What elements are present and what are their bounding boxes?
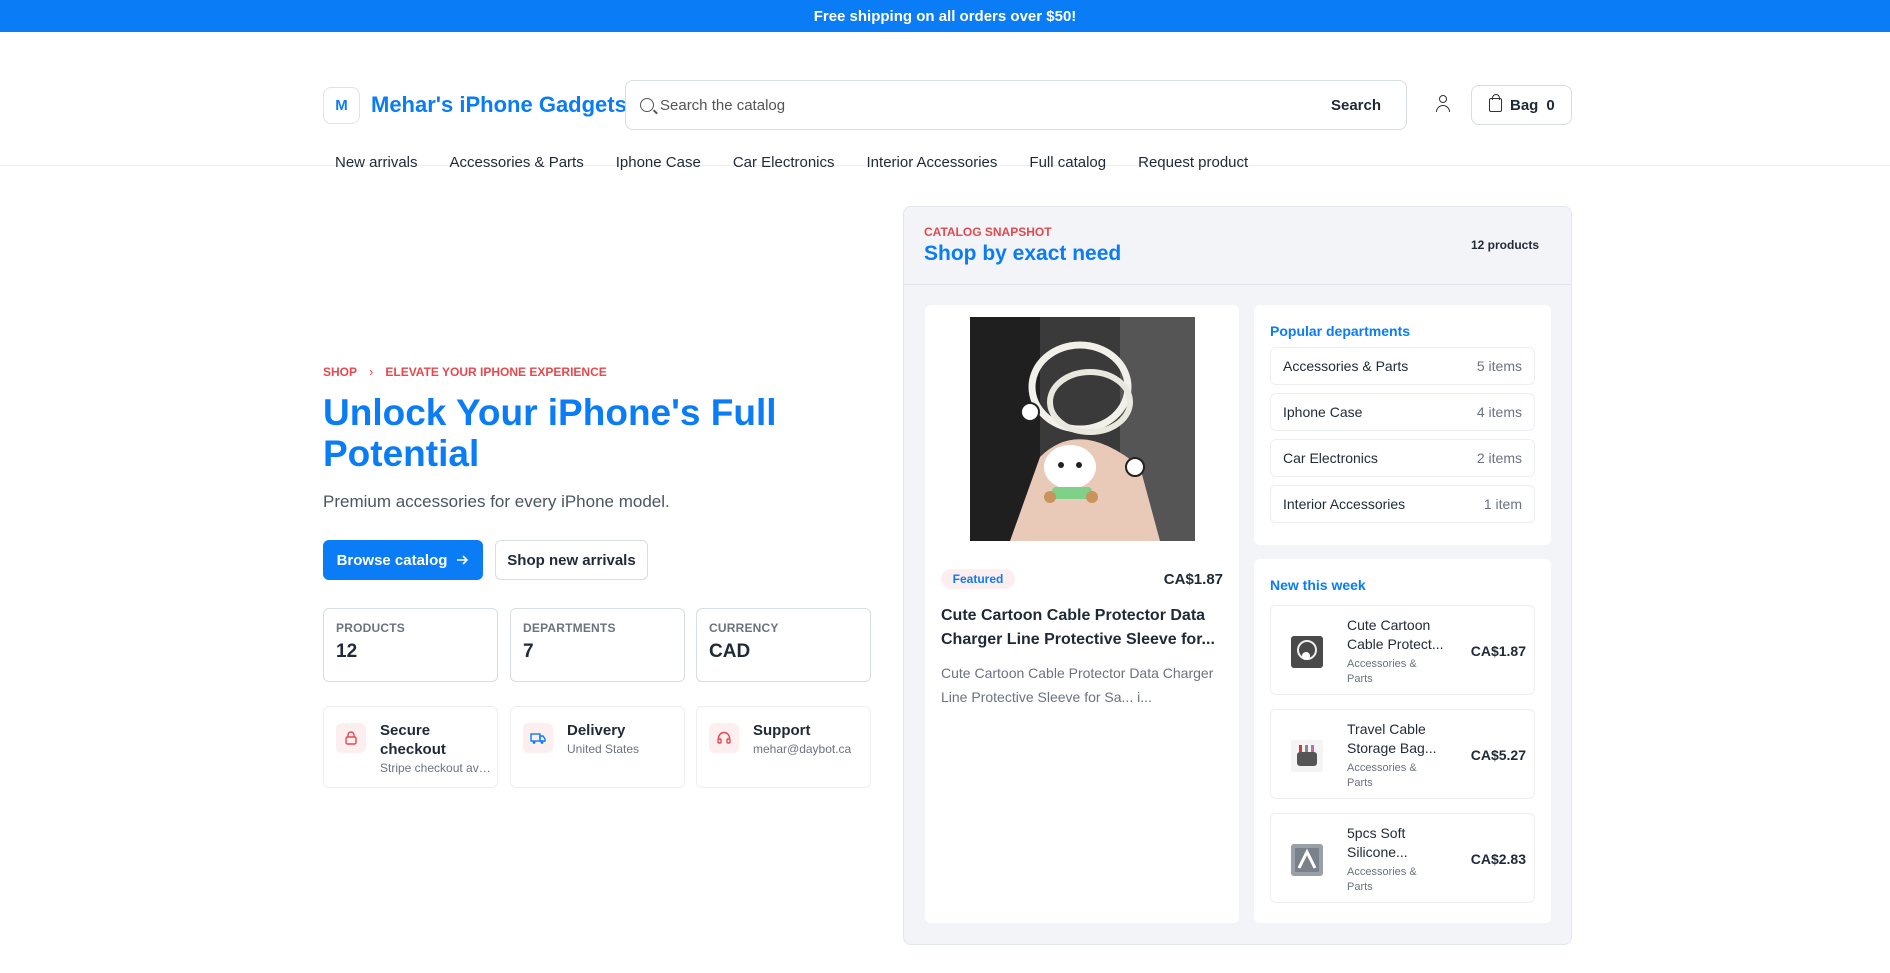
search-button[interactable]: Search [1306,81,1406,129]
new-item-name: Travel Cable Storage Bag... [1347,721,1437,756]
store-name[interactable]: Mehar's iPhone Gadgets [371,92,627,118]
store-logo[interactable]: M [323,87,360,124]
lock-icon [336,723,366,753]
stat-currency: CURRENCY CAD [696,608,871,682]
shopping-bag-icon [1489,94,1502,112]
product-image[interactable] [970,317,1195,541]
search-input[interactable] [660,81,1300,129]
bag-button[interactable]: Bag 0 [1471,85,1572,125]
product-thumbnail [1291,740,1323,772]
feature-support: Support mehar@daybot.ca [696,706,871,788]
list-item[interactable]: 5pcs Soft Silicone... Accessories & Part… [1270,813,1535,903]
featured-title[interactable]: Cute Cartoon Cable Protector Data Charge… [941,604,1229,652]
search-bar: Search [625,80,1407,130]
product-thumbnail [1291,844,1323,876]
list-item[interactable]: Cute Cartoon Cable Protect... Accessorie… [1270,605,1535,695]
feature-sub: Stripe checkout available [380,761,492,775]
department-count: 5 items [1476,358,1522,374]
stat-products: PRODUCTS 12 [323,608,498,682]
feature-delivery: Delivery United States [510,706,685,788]
nav-item-new-arrivals[interactable]: New arrivals [335,154,418,171]
user-account-icon[interactable] [1434,94,1452,114]
headphones-icon [709,723,739,753]
new-item-category: Accessories & Parts [1347,658,1417,685]
new-item-name: Cute Cartoon Cable Protect... [1347,617,1444,652]
product-thumbnail [1291,636,1323,668]
stat-value: 7 [523,641,534,662]
new-item-category: Accessories & Parts [1347,762,1417,789]
hero-subtitle: Premium accessories for every iPhone mod… [323,492,670,511]
stat-label: PRODUCTS [336,621,405,635]
hero-title: Unlock Your iPhone's Full Potential [323,392,777,474]
stat-departments: DEPARTMENTS 7 [510,608,685,682]
department-count: 1 item [1483,496,1522,512]
feature-title: Support [753,722,811,739]
new-item-name: 5pcs Soft Silicone... [1347,825,1408,860]
nav-item-interior-accessories[interactable]: Interior Accessories [867,154,998,171]
department-name: Iphone Case [1283,404,1363,420]
browse-catalog-label: Browse catalog [336,551,448,569]
department-name: Car Electronics [1283,450,1378,466]
chevron-right-icon: › [369,364,374,379]
new-this-week-title: New this week [1270,577,1366,593]
nav-item-car-electronics[interactable]: Car Electronics [733,154,835,171]
department-row[interactable]: Car Electronics 2 items [1270,439,1535,477]
main-nav: New arrivals Accessories & Parts Iphone … [335,154,1248,171]
new-item-price: CA$1.87 [1470,643,1526,659]
panel-title: Shop by exact need [924,242,1122,265]
featured-price: CA$1.87 [1163,571,1223,588]
truck-icon [523,723,553,753]
bag-label: Bag [1510,96,1539,114]
stat-label: CURRENCY [709,621,779,635]
promo-banner: Free shipping on all orders over $50! [0,0,1890,32]
panel-header: CATALOG SNAPSHOT Shop by exact need 12 p… [904,207,1571,285]
product-count: 12 products [1470,238,1539,252]
breadcrumb-current: ELEVATE YOUR IPHONE EXPERIENCE [385,364,607,379]
feature-sub: United States [567,742,640,756]
department-row[interactable]: Accessories & Parts 5 items [1270,347,1535,385]
department-row[interactable]: Iphone Case 4 items [1270,393,1535,431]
feature-title: Delivery [567,722,626,739]
new-item-category: Accessories & Parts [1347,866,1417,893]
shop-new-arrivals-button[interactable]: Shop new arrivals [495,540,648,580]
nav-item-iphone-case[interactable]: Iphone Case [616,154,701,171]
arrow-right-icon [457,555,469,565]
list-item[interactable]: Travel Cable Storage Bag... Accessories … [1270,709,1535,799]
department-count: 4 items [1476,404,1522,420]
featured-product-card[interactable]: Featured CA$1.87 Cute Cartoon Cable Prot… [925,305,1239,923]
feature-title: Secure checkout [380,722,446,758]
stat-label: DEPARTMENTS [523,621,616,635]
nav-item-accessories-parts[interactable]: Accessories & Parts [450,154,584,171]
stat-value: CAD [709,641,751,662]
bag-count: 0 [1546,96,1555,114]
new-item-price: CA$2.83 [1470,851,1526,867]
nav-item-request-product[interactable]: Request product [1138,154,1248,171]
browse-catalog-button[interactable]: Browse catalog [323,540,483,580]
stat-value: 12 [336,641,358,662]
site-header: M Mehar's iPhone Gadgets Search Bag 0 Ne… [0,32,1890,171]
new-this-week-card: New this week Cute Cartoon Cable Protect… [1254,559,1551,923]
search-icon [640,98,654,112]
departments-title: Popular departments [1270,323,1411,339]
department-count: 2 items [1476,450,1522,466]
breadcrumb: SHOP › ELEVATE YOUR IPHONE EXPERIENCE [323,364,607,379]
department-name: Accessories & Parts [1283,358,1409,374]
panel-eyebrow: CATALOG SNAPSHOT [924,225,1052,239]
nav-item-full-catalog[interactable]: Full catalog [1029,154,1106,171]
breadcrumb-shop[interactable]: SHOP [323,365,357,379]
feature-secure-checkout: Secure checkout Stripe checkout availabl… [323,706,498,788]
featured-description: Cute Cartoon Cable Protector Data Charge… [941,665,1214,705]
new-item-price: CA$5.27 [1470,747,1526,763]
featured-badge: Featured [941,569,1015,589]
department-row[interactable]: Interior Accessories 1 item [1270,485,1535,523]
department-name: Interior Accessories [1283,496,1406,512]
popular-departments-card: Popular departments Accessories & Parts … [1254,305,1551,545]
feature-sub: mehar@daybot.ca [753,742,852,756]
catalog-snapshot-panel: CATALOG SNAPSHOT Shop by exact need 12 p… [903,206,1572,945]
